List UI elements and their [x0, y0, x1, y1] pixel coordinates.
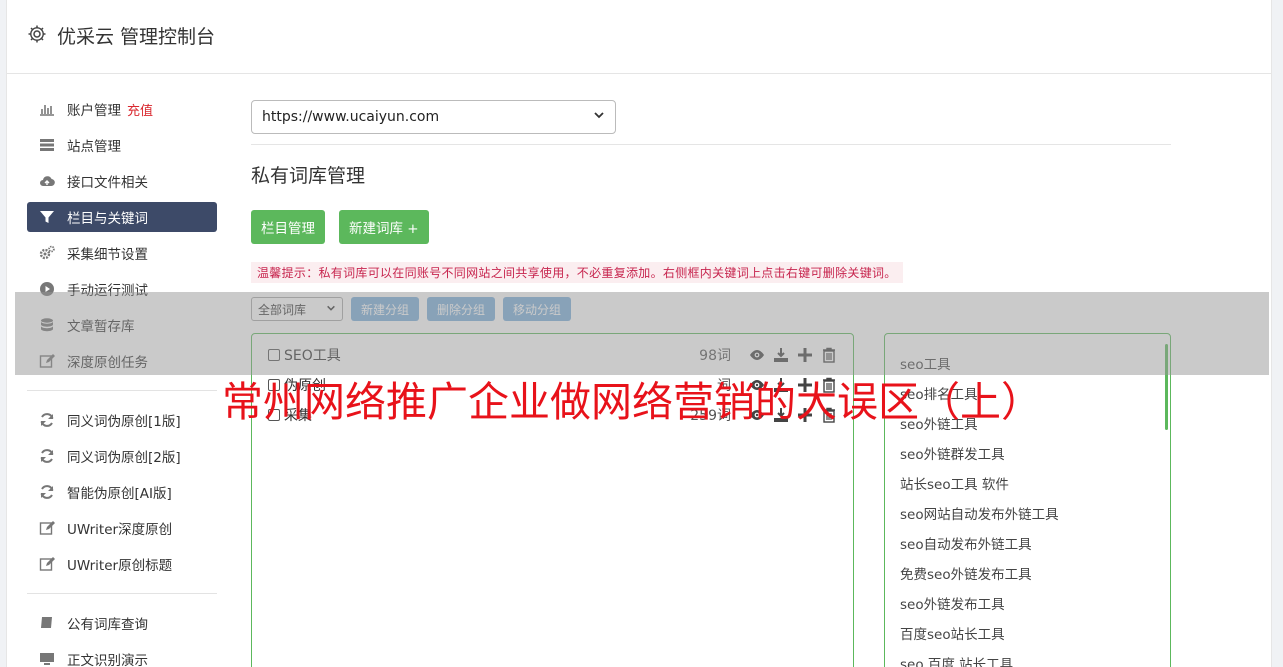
header: 优采云 管理控制台 — [7, 0, 1271, 74]
divider — [251, 144, 1171, 145]
sidebar-item-sites[interactable]: 站点管理 — [27, 130, 217, 160]
sidebar-item-label: 栏目与关键词 — [67, 211, 148, 227]
filter-icon — [39, 209, 55, 225]
overlay-title: 常州网络推广企业做网络营销的大误区（上） — [222, 378, 1042, 426]
sidebar-item-text-recognition[interactable]: 正文识别演示 — [27, 644, 217, 667]
refresh-icon — [39, 484, 55, 500]
bar-chart-icon — [39, 101, 55, 117]
sidebar-item-ai-rewrite[interactable]: 智能伪原创[AI版] — [27, 477, 217, 507]
sidebar-item-label: 公有词库查询 — [67, 617, 148, 633]
gear-icon — [27, 24, 47, 44]
chevron-down-icon — [593, 109, 605, 125]
sidebar-item-synonym-v1[interactable]: 同义词伪原创[1版] — [27, 405, 217, 435]
cloud-upload-icon — [39, 173, 55, 189]
sidebar-item-label: UWriter原创标题 — [67, 558, 173, 574]
sidebar-divider — [27, 593, 217, 594]
tip-text: 温馨提示：私有词库可以在同账号不同网站之间共享使用，不必重复添加。右侧框内关键词… — [251, 262, 903, 283]
sidebar-divider — [27, 390, 217, 391]
gears-icon — [39, 245, 55, 261]
keyword-item[interactable]: seo自动发布外链工具 — [885, 528, 1170, 558]
sidebar-item-label: 账户管理 — [67, 103, 121, 119]
sidebar-item-label: 站点管理 — [67, 139, 121, 155]
new-lexicon-button[interactable]: 新建词库 + — [339, 210, 429, 244]
keyword-item[interactable]: seo外链发布工具 — [885, 588, 1170, 618]
site-select-value: https://www.ucaiyun.com — [262, 109, 440, 125]
sidebar-item-label: 采集细节设置 — [67, 247, 148, 263]
page-title: 优采云 管理控制台 — [57, 26, 216, 48]
sidebar-item-label: 正文识别演示 — [67, 653, 148, 667]
overlay-band — [15, 292, 1269, 375]
sidebar-item-label: 接口文件相关 — [67, 175, 148, 191]
sidebar-item-public-lexicon[interactable]: 公有词库查询 — [27, 608, 217, 638]
sidebar-item-columns-keywords[interactable]: 栏目与关键词 — [27, 202, 217, 232]
action-buttons: 栏目管理 新建词库 + — [251, 210, 1171, 244]
sidebar-item-label: 同义词伪原创[1版] — [67, 414, 181, 430]
keyword-item[interactable]: 免费seo外链发布工具 — [885, 558, 1170, 588]
sidebar: 账户管理 充值 站点管理 接口文件相关 栏目与关键词 采集细节设置 手动运行测试… — [27, 94, 217, 667]
refresh-icon — [39, 412, 55, 428]
keyword-item[interactable]: seo 百度 站长工具 — [885, 648, 1170, 667]
sidebar-item-account[interactable]: 账户管理 充值 — [27, 94, 217, 124]
edit-icon — [39, 520, 55, 536]
sidebar-item-collect-settings[interactable]: 采集细节设置 — [27, 238, 217, 268]
section-title: 私有词库管理 — [251, 165, 366, 187]
keyword-item[interactable]: seo网站自动发布外链工具 — [885, 498, 1170, 528]
sidebar-item-label: 同义词伪原创[2版] — [67, 450, 181, 466]
column-manage-button[interactable]: 栏目管理 — [251, 210, 325, 244]
keyword-item[interactable]: seo外链群发工具 — [885, 438, 1170, 468]
sidebar-item-synonym-v2[interactable]: 同义词伪原创[2版] — [27, 441, 217, 471]
sidebar-item-label: UWriter深度原创 — [67, 522, 173, 538]
book-icon — [39, 615, 55, 631]
refresh-icon — [39, 448, 55, 464]
sidebar-item-uwriter-deep[interactable]: UWriter深度原创 — [27, 513, 217, 543]
site-select[interactable]: https://www.ucaiyun.com — [251, 100, 616, 134]
edit-icon — [39, 556, 55, 572]
monitor-icon — [39, 651, 55, 667]
server-icon — [39, 137, 55, 153]
sidebar-item-interface[interactable]: 接口文件相关 — [27, 166, 217, 196]
sidebar-item-label: 智能伪原创[AI版] — [67, 486, 172, 502]
keyword-item[interactable]: 站长seo工具 软件 — [885, 468, 1170, 498]
keyword-item[interactable]: 百度seo站长工具 — [885, 618, 1170, 648]
recharge-link[interactable]: 充值 — [127, 100, 153, 119]
sidebar-item-uwriter-title[interactable]: UWriter原创标题 — [27, 549, 217, 579]
